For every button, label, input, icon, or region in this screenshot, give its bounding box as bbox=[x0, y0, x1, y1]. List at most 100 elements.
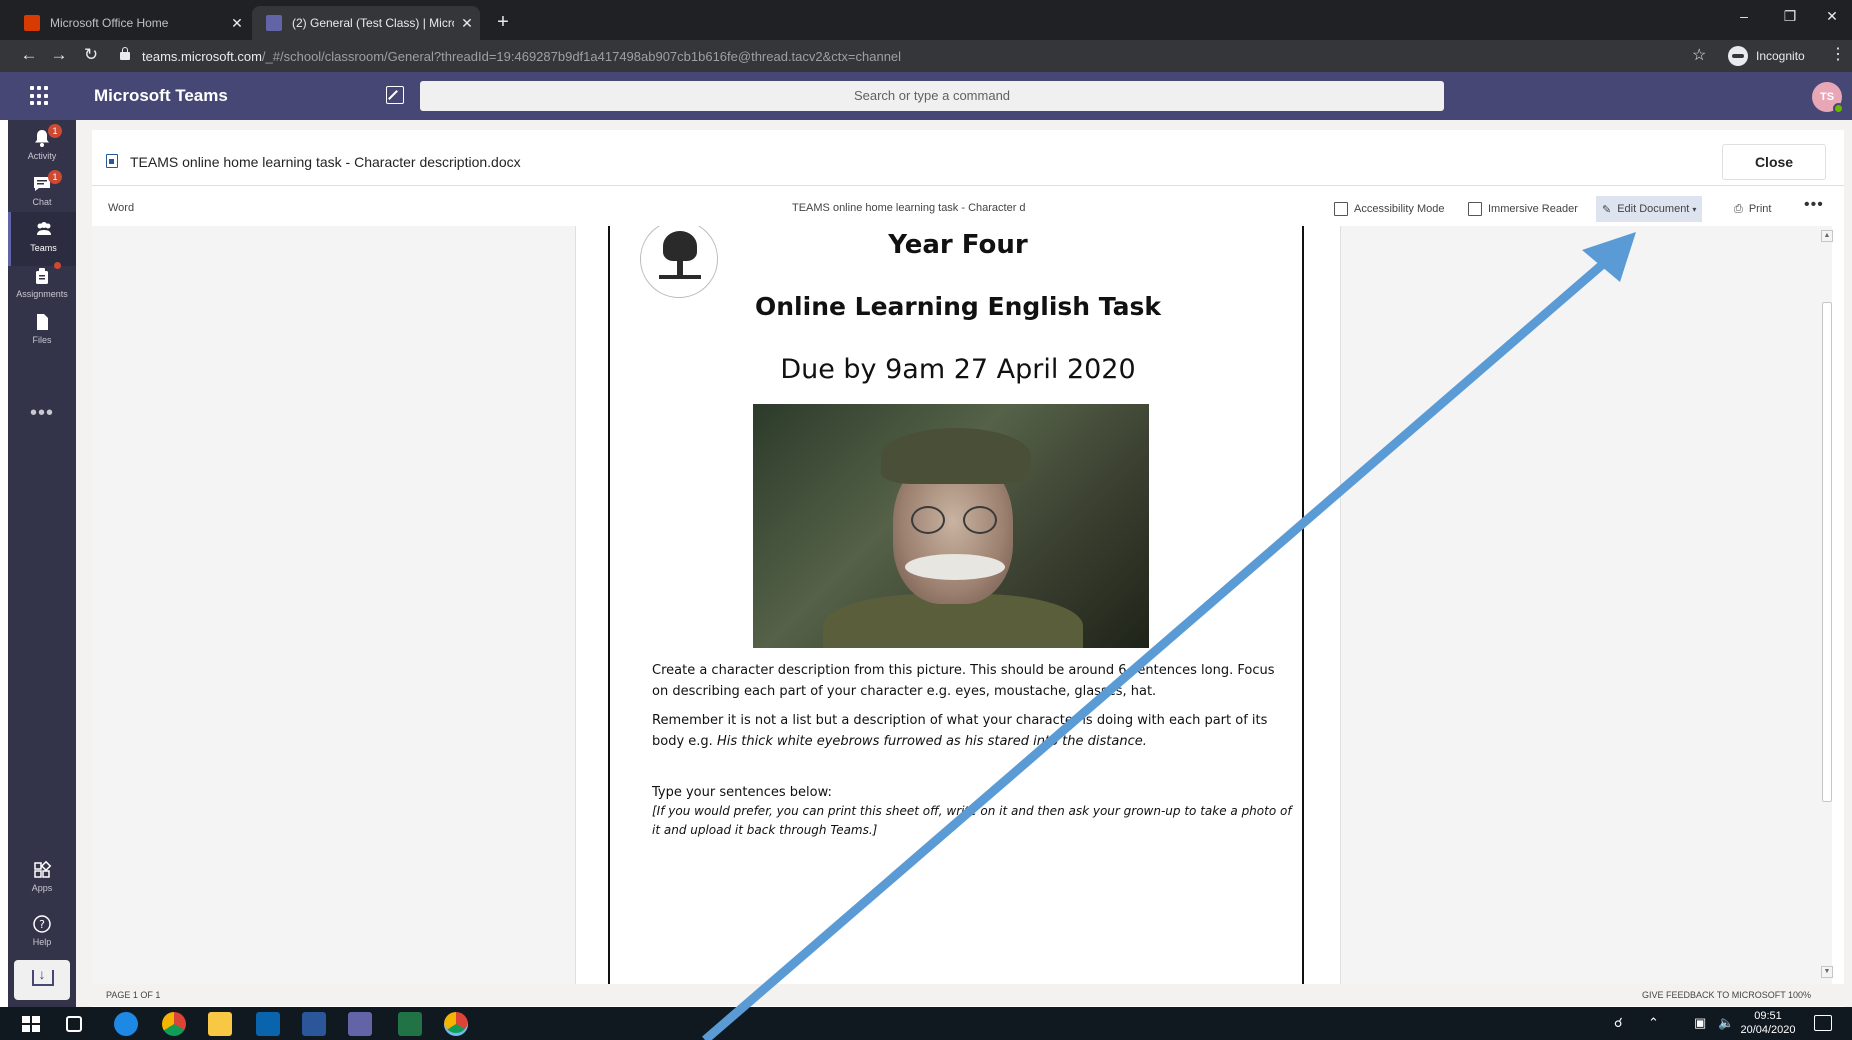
tab-office-home[interactable]: Microsoft Office Home ✕ bbox=[10, 6, 250, 40]
character-photo bbox=[753, 404, 1149, 648]
address-bar: ← → ↻ teams.microsoft.com /_#/school/cla… bbox=[0, 40, 1852, 72]
pencil-icon: ✎ bbox=[1602, 203, 1612, 216]
print-alternative-note: [If you would prefer, you can print this… bbox=[652, 804, 1292, 837]
app-title: Microsoft Teams bbox=[94, 86, 228, 105]
tab-title: (2) General (Test Class) | Microsof bbox=[292, 16, 454, 30]
new-chat-icon[interactable] bbox=[386, 86, 404, 104]
action-center-icon[interactable] bbox=[1814, 1015, 1832, 1031]
rail-label: Chat bbox=[32, 197, 52, 207]
chevron-down-icon: ▾ bbox=[1692, 204, 1697, 214]
immersive-reader-icon bbox=[1468, 202, 1482, 216]
close-button[interactable]: Close bbox=[1722, 144, 1826, 180]
chat-badge: 1 bbox=[48, 170, 62, 184]
download-app-icon[interactable] bbox=[14, 960, 70, 1000]
app-launcher-icon[interactable] bbox=[30, 86, 50, 106]
more-apps-icon[interactable]: ••• bbox=[8, 402, 76, 425]
scroll-up-icon[interactable]: ▲ bbox=[1821, 230, 1833, 242]
heading-task: Online Learning English Task bbox=[755, 292, 1161, 321]
edge-icon[interactable] bbox=[114, 1012, 138, 1036]
excel-icon[interactable] bbox=[398, 1012, 422, 1036]
scroll-thumb[interactable] bbox=[1822, 302, 1832, 802]
activity-badge: 1 bbox=[48, 124, 62, 138]
rail-label: Apps bbox=[31, 883, 53, 893]
network-icon[interactable]: ▣ bbox=[1694, 1015, 1706, 1031]
teams-header: Microsoft Teams Search or type a command… bbox=[0, 72, 1852, 120]
outlook-icon[interactable] bbox=[256, 1012, 280, 1036]
word-toolbar: Word TEAMS online home learning task - C… bbox=[92, 194, 1844, 224]
type-below-label: Type your sentences below: bbox=[652, 785, 832, 800]
forward-icon[interactable]: → bbox=[46, 44, 72, 68]
help-icon: ? bbox=[33, 915, 51, 933]
example-sentence: His thick white eyebrows furrowed as his… bbox=[716, 734, 1147, 749]
restore-button[interactable]: ❐ bbox=[1770, 8, 1810, 25]
avatar[interactable]: TS bbox=[1812, 82, 1844, 114]
accessibility-mode-button[interactable]: Accessibility Mode bbox=[1328, 196, 1450, 222]
document-page: Year Four Online Learning English Task D… bbox=[575, 226, 1341, 984]
accessibility-icon bbox=[1334, 202, 1348, 216]
document-canvas[interactable]: Year Four Online Learning English Task D… bbox=[92, 226, 1832, 984]
word-app-label: Word bbox=[108, 202, 135, 214]
page-border: Year Four Online Learning English Task D… bbox=[608, 226, 1304, 984]
heading-year: Year Four bbox=[888, 230, 1028, 260]
tab-teams-general[interactable]: (2) General (Test Class) | Microsof ✕ bbox=[252, 6, 480, 40]
search-input[interactable]: Search or type a command bbox=[420, 81, 1444, 111]
file-explorer-icon[interactable] bbox=[208, 1012, 232, 1036]
bookmark-star-icon[interactable]: ☆ bbox=[1692, 45, 1706, 65]
volume-icon[interactable]: 🔈 bbox=[1718, 1015, 1734, 1031]
feedback-zoom[interactable]: GIVE FEEDBACK TO MICROSOFT 100% bbox=[1642, 990, 1811, 1000]
assignments-dot-badge bbox=[54, 262, 61, 269]
rail-label: Teams bbox=[30, 243, 57, 253]
url-path: /_#/school/classroom/General?threadId=19… bbox=[261, 48, 902, 64]
teams-taskbar-icon[interactable] bbox=[348, 1012, 372, 1036]
word-icon[interactable] bbox=[302, 1012, 326, 1036]
incognito-indicator[interactable]: Incognito bbox=[1728, 45, 1805, 67]
immersive-reader-button[interactable]: Immersive Reader bbox=[1462, 196, 1584, 222]
assignments-icon bbox=[36, 268, 48, 284]
close-tab-icon[interactable]: ✕ bbox=[454, 15, 480, 32]
clock-date: 20/04/2020 bbox=[1740, 1024, 1796, 1036]
new-tab-button[interactable]: + bbox=[488, 8, 518, 38]
browser-tab-strip: Microsoft Office Home ✕ (2) General (Tes… bbox=[0, 0, 1852, 40]
example-paragraph: Remember it is not a list but a descript… bbox=[652, 710, 1292, 752]
incognito-icon bbox=[1728, 46, 1748, 66]
tray-chevron-icon[interactable]: ⌃ bbox=[1648, 1015, 1659, 1031]
vertical-scrollbar[interactable]: ▲ ▼ bbox=[1820, 226, 1834, 984]
rail-item-apps[interactable]: Apps bbox=[8, 852, 76, 906]
files-icon bbox=[37, 314, 48, 330]
tab-title: Microsoft Office Home bbox=[50, 16, 169, 30]
app-rail: 1 Activity 1 Chat Teams Assignments File… bbox=[8, 120, 76, 1007]
scroll-down-icon[interactable]: ▼ bbox=[1821, 966, 1833, 978]
document-title: TEAMS online home learning task - Charac… bbox=[130, 154, 521, 170]
rail-item-help[interactable]: ? Help bbox=[8, 906, 76, 960]
windows-start-icon[interactable] bbox=[22, 1016, 40, 1032]
rail-label: Help bbox=[32, 937, 52, 947]
back-icon[interactable]: ← bbox=[16, 44, 42, 68]
close-tab-icon[interactable]: ✕ bbox=[224, 15, 250, 32]
print-button[interactable]: ⎙ Print bbox=[1728, 196, 1777, 222]
rail-label: Activity bbox=[27, 151, 57, 161]
due-date: Due by 9am 27 April 2020 bbox=[780, 354, 1136, 385]
url-field[interactable]: teams.microsoft.com /_#/school/classroom… bbox=[120, 46, 901, 66]
browser-menu-icon[interactable]: ⋮ bbox=[1830, 44, 1846, 64]
apps-icon bbox=[34, 860, 52, 878]
rail-label: Files bbox=[32, 335, 52, 345]
lock-icon bbox=[120, 47, 130, 60]
page-count: PAGE 1 OF 1 bbox=[106, 990, 161, 1000]
word-file-icon bbox=[106, 154, 118, 168]
incognito-label: Incognito bbox=[1756, 49, 1805, 63]
close-window-button[interactable]: ✕ bbox=[1812, 8, 1852, 25]
chrome-icon[interactable] bbox=[162, 1012, 186, 1036]
rail-item-files[interactable]: Files bbox=[8, 304, 76, 358]
more-options-icon[interactable]: ••• bbox=[1804, 196, 1824, 214]
minimize-button[interactable]: – bbox=[1724, 8, 1764, 24]
clock-time: 09:51 bbox=[1754, 1010, 1782, 1022]
chrome-active-icon[interactable] bbox=[444, 1012, 468, 1036]
instruction-paragraph: Create a character description from this… bbox=[652, 663, 1275, 699]
reload-icon[interactable]: ↻ bbox=[78, 44, 104, 68]
task-view-icon[interactable] bbox=[66, 1016, 82, 1032]
svg-text:?: ? bbox=[39, 918, 45, 931]
taskbar-clock[interactable]: 09:51 20/04/2020 bbox=[1740, 1009, 1796, 1037]
people-icon[interactable]: ☌ bbox=[1614, 1015, 1623, 1031]
accessibility-label: Accessibility Mode bbox=[1354, 203, 1445, 215]
edit-document-button[interactable]: ✎ Edit Document ▾ bbox=[1596, 196, 1703, 222]
